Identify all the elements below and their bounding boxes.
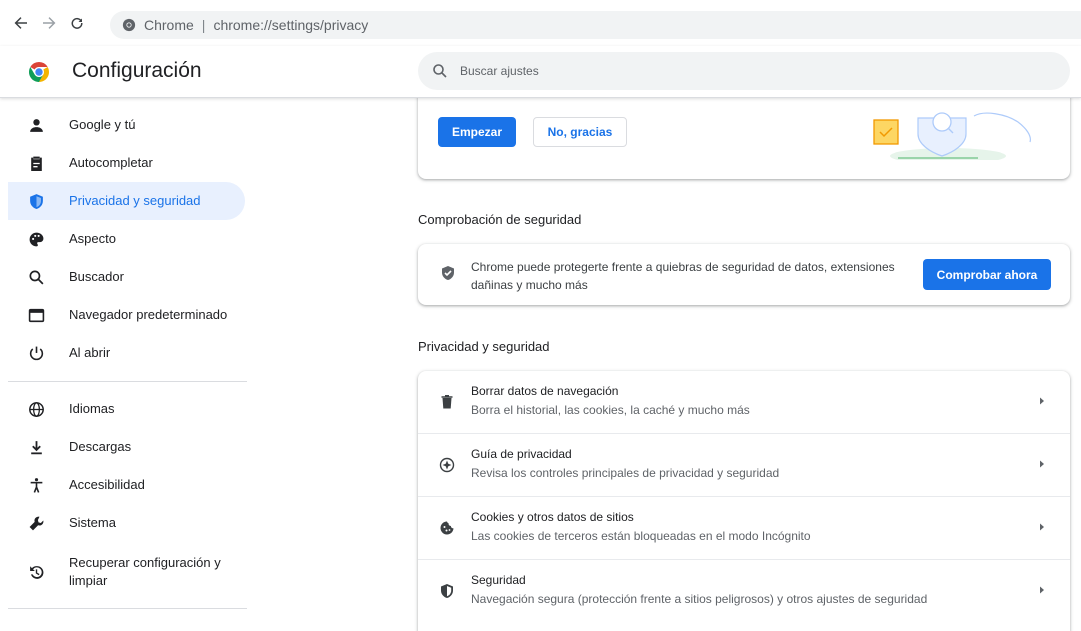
arrow-left-icon [14,17,27,29]
chrome-site-icon [122,18,136,32]
settings-search[interactable] [418,52,1070,90]
sidebar-divider [8,381,247,382]
search-icon [433,64,447,78]
reload-button[interactable] [66,12,88,34]
cookie-icon [438,519,456,537]
sidebar-item-label: Autocompletar [69,155,153,170]
row-subtitle: Revisa los controles principales de priv… [471,466,780,480]
reload-icon [71,17,83,29]
download-icon [26,437,46,457]
sidebar-item-autofill[interactable]: Autocompletar [8,144,245,182]
chevron-right-icon [1040,397,1044,405]
chevron-right-icon [1040,460,1044,468]
promo-illustration [873,112,1031,160]
globe-icon [26,399,46,419]
back-button[interactable] [10,12,32,34]
sidebar-item-accessibility[interactable]: Accesibilidad [8,466,245,504]
person-icon [26,115,46,135]
safety-check-description: Chrome puede protegerte frente a quiebra… [471,260,895,292]
no-thanks-button[interactable]: No, gracias [533,117,627,147]
address-bar[interactable]: Chrome | chrome://settings/privacy [110,11,1081,39]
sidebar-item-label: Sistema [69,515,116,530]
sidebar-item-label: Navegador predeterminado [69,307,228,322]
sidebar-item-privacy[interactable]: Privacidad y seguridad [8,182,245,220]
clipboard-icon [26,153,46,173]
arrow-right-icon [43,17,56,29]
row-subtitle: Borra el historial, las cookies, la cach… [471,403,750,417]
sidebar-item-label: Descargas [69,439,132,454]
sidebar-item-default-browser[interactable]: Navegador predeterminado [8,296,245,334]
row-subtitle: Las cookies de terceros están bloqueadas… [471,529,811,543]
settings-header: Configuración [0,46,1081,98]
chevron-right-icon [1040,523,1044,531]
forward-button[interactable] [38,12,60,34]
privacy-section-title: Privacidad y seguridad [418,339,550,354]
safety-check-title: Comprobación de seguridad [418,212,582,227]
safety-check-card: Chrome puede protegerte frente a quiebra… [418,244,1070,305]
sidebar-item-appearance[interactable]: Aspecto [8,220,245,258]
power-icon [26,343,46,363]
sidebar-item-label: Google y tú [69,117,136,132]
sidebar-item-languages[interactable]: Idiomas [8,390,245,428]
browser-toolbar: Chrome | chrome://settings/privacy [0,0,1081,46]
sidebar: Google y tú Autocompletar Privacidad y s… [0,98,260,614]
row-subtitle: Navegación segura (protección frente a s… [471,592,928,606]
sidebar-item-downloads[interactable]: Descargas [8,428,245,466]
privacy-guide-row[interactable]: Guía de privacidad Revisa los controles … [418,434,1070,496]
row-title: Cookies y otros datos de sitios [471,510,634,524]
security-row[interactable]: Seguridad Navegación segura (protección … [418,560,1070,622]
search-icon [26,267,46,287]
sidebar-item-search-engine[interactable]: Buscador [8,258,245,296]
sidebar-item-label: Idiomas [69,401,115,416]
sidebar-item-label: Privacidad y seguridad [69,193,201,208]
check-now-button[interactable]: Comprobar ahora [923,259,1051,290]
trash-icon [438,393,456,411]
cookies-row[interactable]: Cookies y otros datos de sitios Las cook… [418,497,1070,559]
chevron-right-icon [1040,586,1044,594]
site-name: Chrome [144,17,194,33]
url-separator: | [201,17,206,33]
sidebar-item-google[interactable]: Google y tú [8,106,245,144]
chrome-logo-icon [29,62,49,82]
browser-icon [26,305,46,325]
palette-icon [26,229,46,249]
sidebar-item-label: Buscador [69,269,124,284]
privacy-settings-card: Borrar datos de navegación Borra el hist… [418,371,1070,631]
shield-outline-icon [438,582,456,600]
sidebar-item-label: Aspecto [69,231,116,246]
sidebar-item-label: Accesibilidad [69,477,145,492]
shield-icon [26,191,46,211]
start-button[interactable]: Empezar [438,117,516,147]
wrench-icon [26,513,46,533]
accessibility-icon [26,475,46,495]
page-title: Configuración [72,59,202,82]
compass-icon [438,456,456,474]
row-title: Seguridad [471,573,526,587]
row-title: Guía de privacidad [471,447,572,461]
sidebar-item-reset[interactable]: Recuperar configuración y limpiar [8,550,245,594]
url-text: chrome://settings/privacy [213,17,369,33]
sidebar-item-system[interactable]: Sistema [8,504,245,542]
restore-icon [26,562,46,582]
sidebar-divider [8,608,247,609]
sidebar-item-label: Recuperar configuración y limpiar [69,555,221,588]
sidebar-item-on-startup[interactable]: Al abrir [8,334,245,372]
row-title: Borrar datos de navegación [471,384,619,398]
search-input[interactable] [460,64,1020,78]
clear-browsing-data-row[interactable]: Borrar datos de navegación Borra el hist… [418,371,1070,433]
shield-check-icon [440,265,458,283]
sidebar-item-label: Al abrir [69,345,111,360]
